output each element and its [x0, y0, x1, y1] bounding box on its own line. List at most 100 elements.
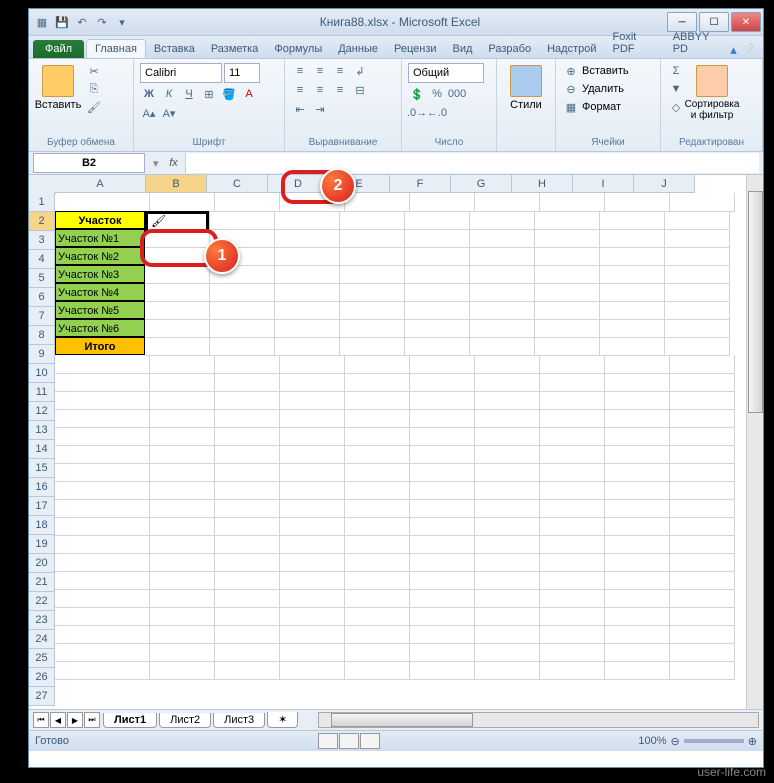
cell[interactable] [340, 301, 405, 320]
zoom-slider[interactable] [684, 739, 744, 743]
cell[interactable] [605, 391, 670, 410]
cell[interactable] [475, 607, 540, 626]
cell[interactable] [600, 319, 665, 338]
indent-dec-button[interactable]: ⇤ [291, 101, 309, 117]
cell[interactable] [535, 283, 600, 302]
align-mid-button[interactable]: ≡ [311, 63, 329, 79]
cell[interactable] [145, 301, 210, 320]
sheet-tab-3[interactable]: Лист3 [213, 713, 265, 728]
new-sheet-button[interactable]: ✶ [267, 712, 298, 728]
cell[interactable] [475, 355, 540, 374]
cell[interactable] [280, 427, 345, 446]
cell[interactable] [410, 481, 475, 500]
cell[interactable] [600, 247, 665, 266]
cell[interactable] [275, 319, 340, 338]
minimize-ribbon-icon[interactable]: ▴ [730, 42, 737, 58]
hscroll-thumb[interactable] [331, 713, 473, 727]
cell[interactable] [605, 535, 670, 554]
cell[interactable] [55, 517, 150, 536]
normal-view-button[interactable] [318, 733, 338, 749]
tab-developer[interactable]: Разрабо [480, 40, 539, 58]
cell[interactable] [605, 481, 670, 500]
align-left-button[interactable]: ≡ [291, 82, 309, 98]
cell[interactable] [410, 607, 475, 626]
formula-input[interactable] [185, 153, 759, 173]
cell[interactable] [345, 589, 410, 608]
cell[interactable] [410, 445, 475, 464]
cell[interactable] [665, 283, 730, 302]
fill-color-button[interactable]: 🪣 [220, 86, 238, 102]
cell[interactable] [470, 265, 535, 284]
cell[interactable] [55, 355, 150, 374]
row-header-2[interactable]: 2 [29, 212, 55, 231]
merge-button[interactable]: ⊟ [351, 82, 369, 98]
cell[interactable] [410, 463, 475, 482]
cell[interactable] [665, 337, 730, 356]
cell[interactable] [670, 463, 735, 482]
cell[interactable] [410, 427, 475, 446]
cell[interactable] [345, 535, 410, 554]
italic-button[interactable]: К [160, 86, 178, 102]
select-all-corner[interactable] [29, 175, 56, 194]
copy-icon[interactable]: ⎘ [85, 81, 103, 97]
row-header-4[interactable]: 4 [29, 250, 55, 269]
cell[interactable] [275, 229, 340, 248]
cell[interactable] [665, 265, 730, 284]
row-header-8[interactable]: 8 [29, 326, 55, 345]
cell[interactable] [55, 463, 150, 482]
cell[interactable] [470, 211, 535, 230]
cell[interactable] [215, 625, 280, 644]
cell[interactable] [405, 211, 470, 230]
cell[interactable] [215, 391, 280, 410]
cell[interactable] [280, 517, 345, 536]
align-bot-button[interactable]: ≡ [331, 63, 349, 79]
cell[interactable] [275, 247, 340, 266]
comma-button[interactable]: 000 [448, 86, 466, 102]
cell[interactable] [410, 517, 475, 536]
font-name-select[interactable]: Calibri [140, 63, 222, 83]
cell[interactable] [275, 337, 340, 356]
cell[interactable] [55, 193, 150, 212]
cell[interactable] [280, 571, 345, 590]
cell[interactable] [535, 265, 600, 284]
cell[interactable] [55, 499, 150, 518]
cell[interactable] [345, 625, 410, 644]
cell[interactable] [280, 481, 345, 500]
cell[interactable] [410, 193, 475, 212]
cell[interactable] [540, 571, 605, 590]
cell[interactable] [600, 301, 665, 320]
cell[interactable] [540, 409, 605, 428]
cell[interactable] [345, 409, 410, 428]
cell[interactable] [55, 643, 150, 662]
zoom-level[interactable]: 100% [638, 735, 666, 747]
cell[interactable] [670, 427, 735, 446]
cell[interactable] [405, 265, 470, 284]
shrink-font-button[interactable]: A▾ [160, 105, 178, 121]
cell[interactable] [280, 463, 345, 482]
cell[interactable] [470, 301, 535, 320]
cell[interactable] [345, 481, 410, 500]
row-header-25[interactable]: 25 [29, 649, 55, 668]
cell[interactable] [605, 589, 670, 608]
cell[interactable] [600, 229, 665, 248]
cell[interactable] [475, 427, 540, 446]
cells-area[interactable]: УчастокУчасток №1Участок №2Участок №3Уча… [55, 193, 735, 679]
underline-button[interactable]: Ч [180, 86, 198, 102]
horizontal-scrollbar[interactable] [318, 712, 759, 728]
tab-home[interactable]: Главная [86, 39, 146, 58]
zoom-in-button[interactable]: ⊕ [748, 735, 757, 748]
cell[interactable] [215, 553, 280, 572]
cell[interactable] [605, 625, 670, 644]
cell[interactable] [540, 481, 605, 500]
cell[interactable] [475, 463, 540, 482]
cell[interactable] [475, 535, 540, 554]
cell[interactable] [410, 625, 475, 644]
sheet-nav-next[interactable]: ▶ [67, 712, 83, 728]
cell[interactable] [280, 535, 345, 554]
cell[interactable] [670, 355, 735, 374]
cell[interactable] [150, 589, 215, 608]
row-header-27[interactable]: 27 [29, 687, 55, 706]
cell[interactable] [280, 589, 345, 608]
cell[interactable] [665, 319, 730, 338]
cell[interactable] [150, 481, 215, 500]
